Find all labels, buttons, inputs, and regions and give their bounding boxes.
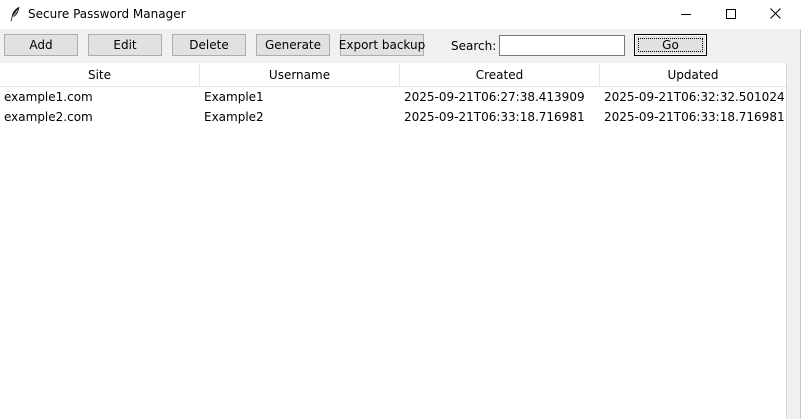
table-row[interactable]: example1.com Example1 2025-09-21T06:27:3…: [0, 87, 786, 107]
vertical-scrollbar[interactable]: [786, 63, 801, 419]
cell-site: example1.com: [4, 90, 93, 104]
search-label: Search:: [451, 39, 497, 53]
column-header-updated[interactable]: Updated: [600, 63, 786, 86]
add-button[interactable]: Add: [4, 34, 78, 56]
minimize-icon: [680, 8, 691, 22]
table-row[interactable]: example2.com Example2 2025-09-21T06:33:1…: [0, 107, 786, 127]
go-button[interactable]: Go: [634, 34, 707, 56]
window-title: Secure Password Manager: [28, 7, 186, 21]
cell-username: Example2: [204, 110, 264, 124]
table-header: Site Username Created Updated: [0, 63, 786, 87]
generate-button[interactable]: Generate: [256, 34, 330, 56]
column-header-site[interactable]: Site: [0, 63, 200, 86]
cell-site: example2.com: [4, 110, 93, 124]
edit-button[interactable]: Edit: [88, 34, 162, 56]
column-header-username[interactable]: Username: [200, 63, 400, 86]
cell-updated: 2025-09-21T06:32:32.501024: [604, 90, 784, 104]
feather-icon: [9, 6, 21, 22]
delete-button[interactable]: Delete: [172, 34, 246, 56]
cell-username: Example1: [204, 90, 264, 104]
close-icon: [770, 7, 781, 22]
cell-created: 2025-09-21T06:33:18.716981: [404, 110, 585, 124]
cell-created: 2025-09-21T06:27:38.413909: [404, 90, 585, 104]
maximize-icon: [725, 8, 736, 22]
cell-updated: 2025-09-21T06:33:18.716981: [604, 110, 784, 124]
search-input[interactable]: [499, 35, 625, 56]
close-button[interactable]: [753, 0, 798, 29]
app-window: Secure Password Manager Add Edit Delete …: [0, 0, 801, 419]
focus-ring: [638, 38, 703, 52]
toolbar: Add Edit Delete Generate Export backup S…: [0, 29, 801, 63]
scrollbar-edge: [786, 63, 787, 419]
export-backup-button[interactable]: Export backup: [339, 34, 425, 56]
entries-table[interactable]: Site Username Created Updated example1.c…: [0, 63, 786, 419]
column-header-created[interactable]: Created: [400, 63, 600, 86]
minimize-button[interactable]: [663, 0, 708, 29]
title-bar[interactable]: Secure Password Manager: [0, 0, 801, 29]
maximize-button[interactable]: [708, 0, 753, 29]
